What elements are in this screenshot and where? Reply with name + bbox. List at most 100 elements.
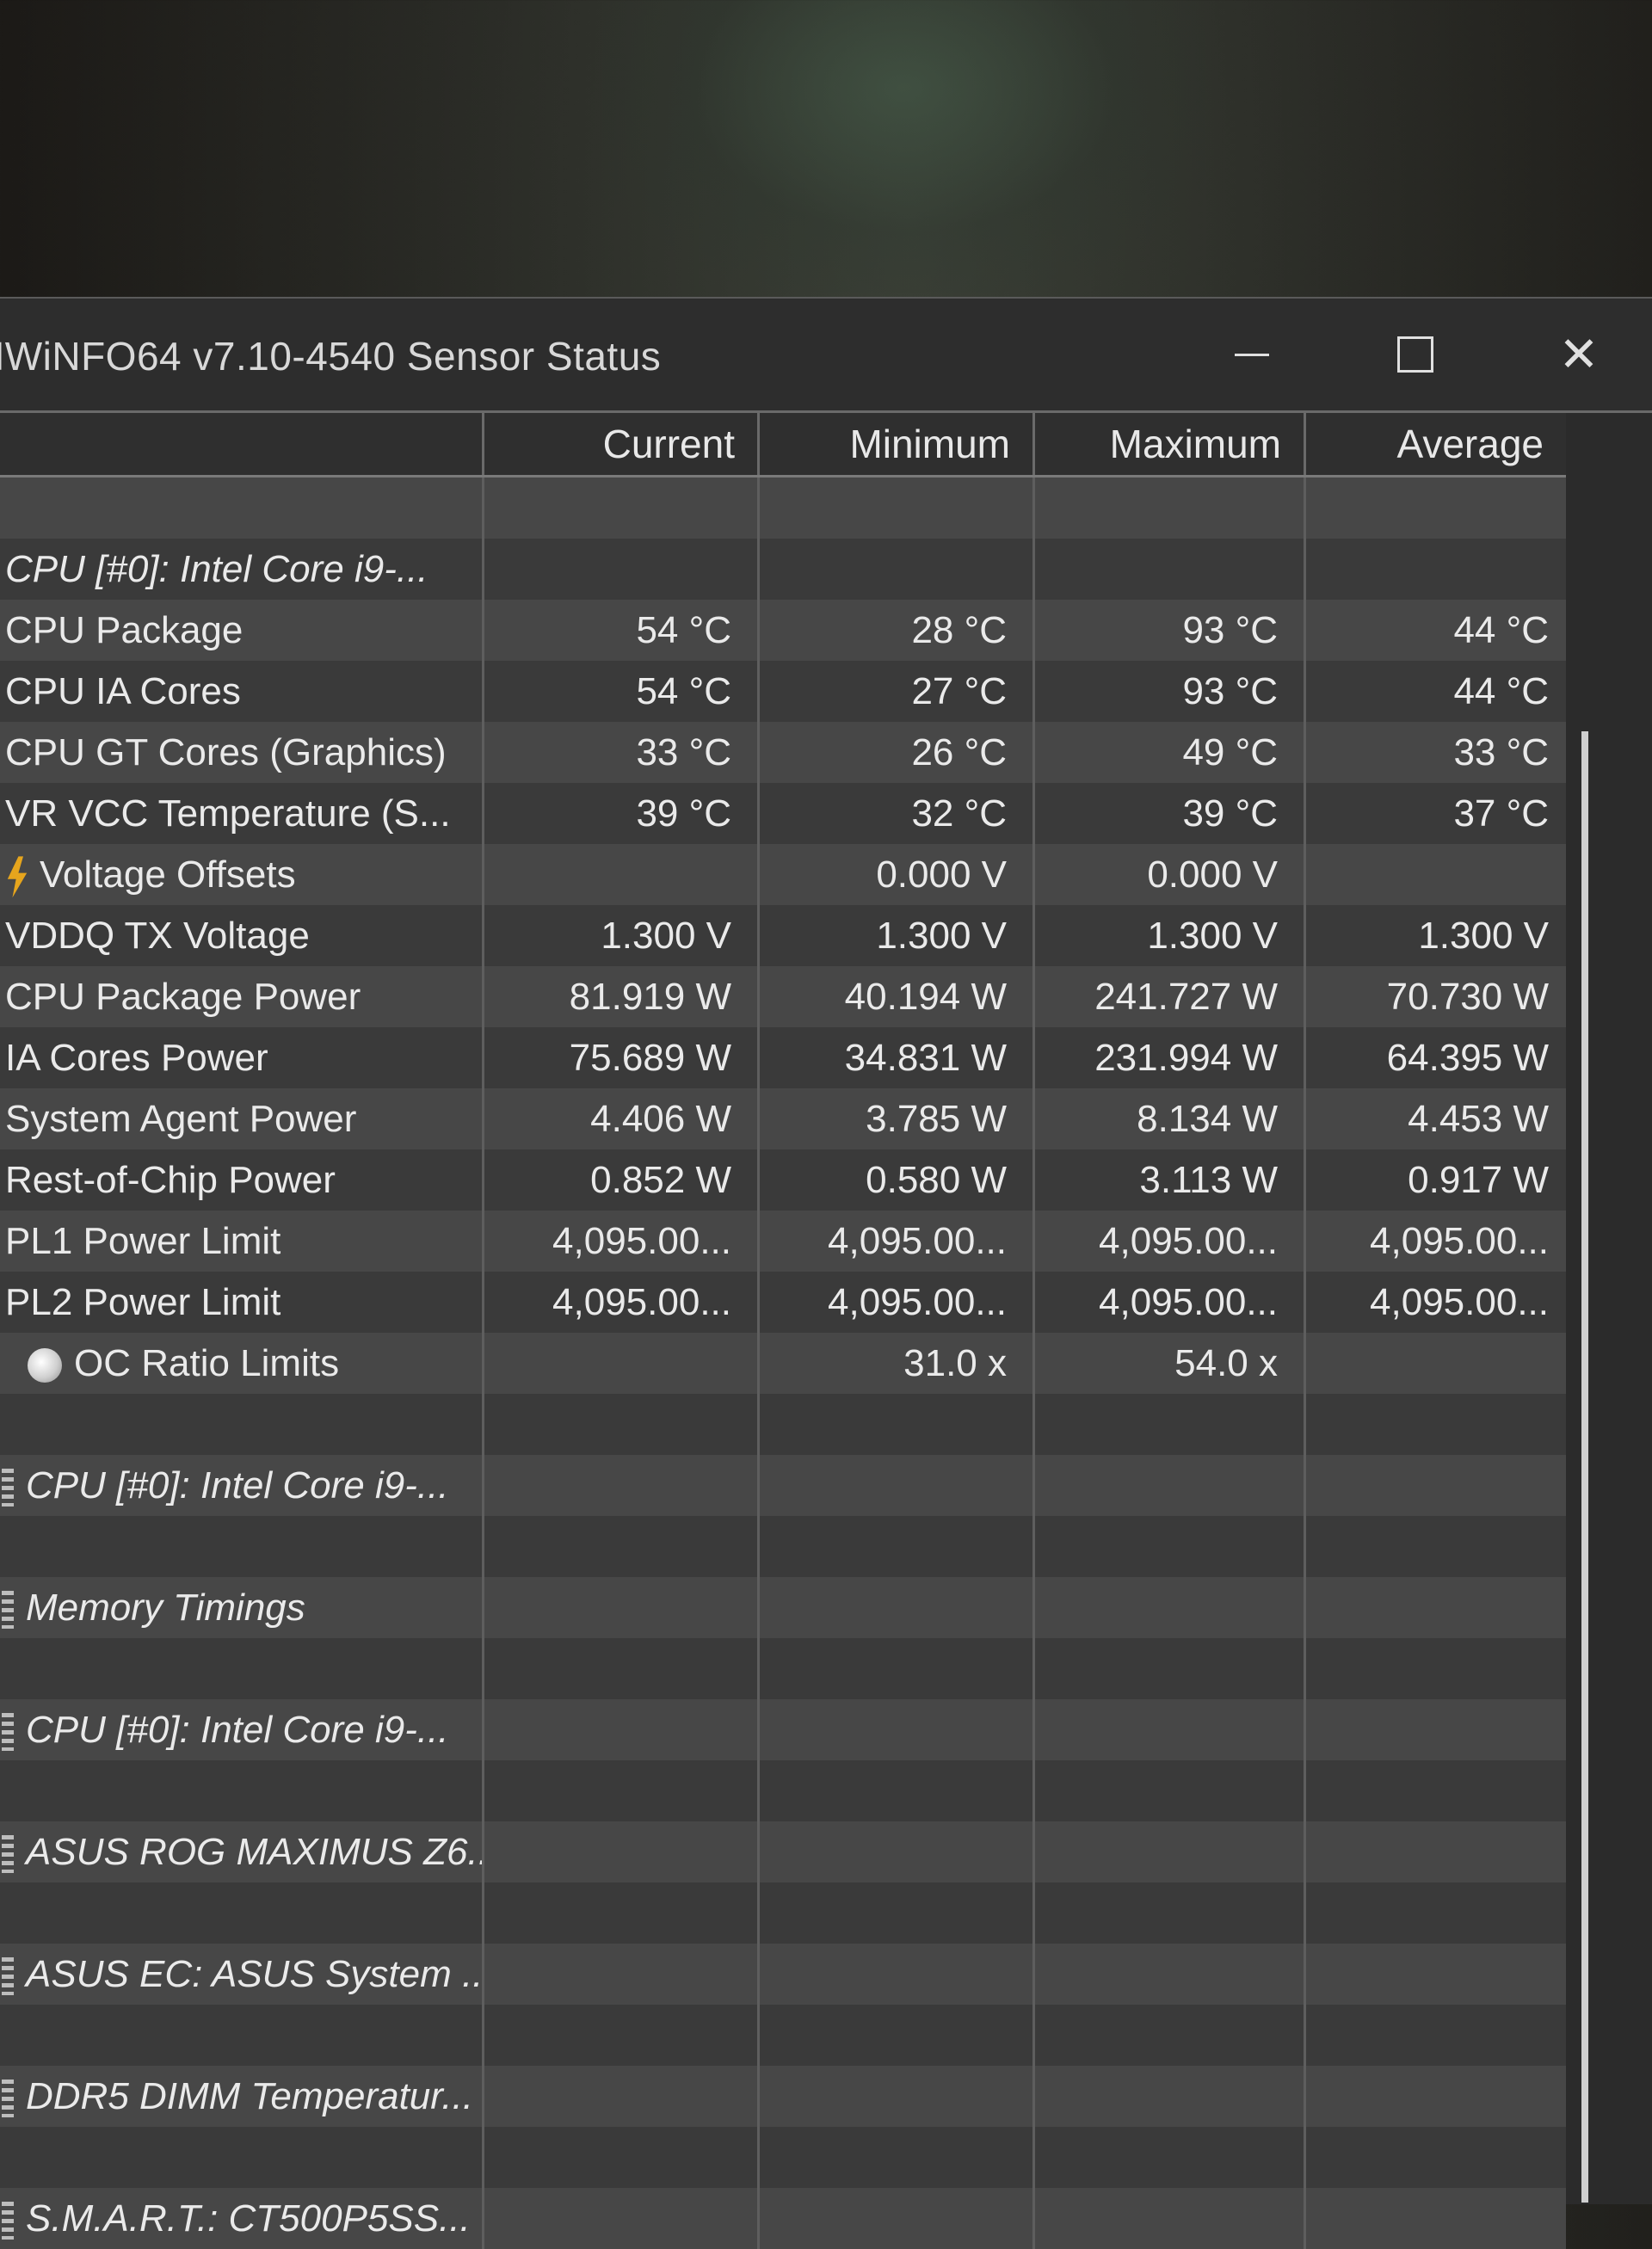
sensor-status-window: HWiNFO64 v7.10-4540 Sensor Status ✕ Curr… [0, 297, 1652, 2249]
maximum-value: 49 °C [1032, 722, 1304, 783]
table-row[interactable]: Rest-of-Chip Power 0.852 W 0.580 W 3.113 W0… [0, 1149, 1566, 1211]
sensor-label: PL2 Power Limit [5, 1281, 281, 1323]
current-value [482, 1699, 757, 1760]
minimum-value: 40.194 W [757, 966, 1032, 1027]
column-header-average[interactable]: Average [1304, 413, 1566, 475]
group-label: CPU [#0]: Intel Core i9-... [5, 548, 428, 590]
minimum-value: 1.300 V [757, 905, 1032, 966]
average-value [1304, 1944, 1566, 2005]
column-header-minimum[interactable]: Minimum [757, 413, 1032, 475]
spacer-row [0, 478, 1566, 539]
maximum-value [1032, 1516, 1304, 1577]
sensor-label: VDDQ TX Voltage [5, 915, 310, 957]
group-label: CPU [#0]: Intel Core i9-... [26, 1464, 449, 1507]
minimize-button[interactable] [1205, 316, 1299, 393]
average-value: 1.300 V [1304, 905, 1566, 966]
table-row[interactable]: OC Ratio Limits 31.0 x 54.0 x [0, 1333, 1566, 1394]
sensor-group-row[interactable]: ASUS ROG MAXIMUS Z6... [0, 1821, 1566, 1882]
table-row[interactable]: Voltage Offsets 0.000 V 0.000 V [0, 844, 1566, 905]
sensor-label: Voltage Offsets [40, 853, 296, 896]
table-row[interactable]: CPU Package Power 81.919 W 40.194 W 241.727… [0, 966, 1566, 1027]
sensor-label: CPU Package Power [5, 976, 361, 1018]
current-value [482, 1394, 757, 1455]
scrollbar-track[interactable] [1566, 413, 1652, 2204]
average-value: 4,095.00... [1304, 1272, 1566, 1333]
minimum-value [757, 2188, 1032, 2249]
table-row[interactable]: VDDQ TX Voltage 1.300 V 1.300 V 1.300 V 1.30… [0, 905, 1566, 966]
minimum-value: 32 °C [757, 783, 1032, 844]
maximize-icon [1397, 336, 1433, 373]
sensor-label: System Agent Power [5, 1098, 357, 1140]
maximum-value: 4,095.00... [1032, 1272, 1304, 1333]
minimum-value: 0.580 W [757, 1149, 1032, 1211]
group-label: Memory Timings [26, 1587, 305, 1629]
scrollbar-thumb[interactable] [1581, 731, 1588, 2203]
sensor-label: IA Cores Power [5, 1037, 268, 1079]
sensor-name-cell: CPU [#0]: Intel Core i9-... [0, 539, 482, 600]
status-circle-icon [28, 1348, 62, 1383]
current-value: 39 °C [482, 783, 757, 844]
window-title: HWiNFO64 v7.10-4540 Sensor Status [0, 334, 662, 379]
current-value: 1.300 V [482, 905, 757, 966]
current-value [482, 2188, 757, 2249]
current-value [482, 478, 757, 539]
sensor-group-row[interactable]: DDR5 DIMM Temperatur... [0, 2066, 1566, 2127]
sensor-name-cell: CPU IA Cores [0, 661, 482, 722]
sensor-name-cell: CPU GT Cores (Graphics) [0, 722, 482, 783]
maximum-value [1032, 1577, 1304, 1638]
maximum-value: 3.113 W [1032, 1149, 1304, 1211]
table-row[interactable]: CPU GT Cores (Graphics) 33 °C 26 °C 49 °C 33… [0, 722, 1566, 783]
minimum-value [757, 1455, 1032, 1516]
sensor-name-cell [0, 478, 482, 539]
minimum-value [757, 1944, 1032, 2005]
column-header-maximum[interactable]: Maximum [1032, 413, 1304, 475]
table-row[interactable]: System Agent Power 4.406 W 3.785 W 8.134 W4… [0, 1088, 1566, 1149]
average-value [1304, 844, 1566, 905]
minimum-value: 0.000 V [757, 844, 1032, 905]
sensor-group-row[interactable]: Memory Timings [0, 1577, 1566, 1638]
maximum-value: 54.0 x [1032, 1333, 1304, 1394]
table-row[interactable]: PL2 Power Limit 4,095.00... 4,095.00... 4,0… [0, 1272, 1566, 1333]
table-header: Current Minimum Maximum Average [0, 413, 1566, 478]
sensor-group-row[interactable]: CPU [#0]: Intel Core i9-... [0, 1699, 1566, 1760]
sensor-group-row[interactable]: CPU [#0]: Intel Core i9-... [0, 539, 1566, 600]
group-label: ASUS EC: ASUS System ... [26, 1953, 482, 1995]
average-value [1304, 1394, 1566, 1455]
sensor-name-cell: OC Ratio Limits [0, 1333, 482, 1394]
sensor-group-row[interactable]: S.M.A.R.T.: CT500P5SS... [0, 2188, 1566, 2249]
sensor-group-row[interactable]: ASUS EC: ASUS System ... [0, 1944, 1566, 2005]
column-header-current[interactable]: Current [482, 413, 757, 475]
minimum-value [757, 1699, 1032, 1760]
spacer-row [0, 2005, 1566, 2066]
sensor-name-cell: System Agent Power [0, 1088, 482, 1149]
close-button[interactable]: ✕ [1532, 316, 1626, 393]
sensor-name-cell [0, 1882, 482, 1944]
maximum-value [1032, 2005, 1304, 2066]
maximum-value [1032, 1760, 1304, 1821]
spacer-row [0, 1882, 1566, 1944]
average-value [1304, 2066, 1566, 2127]
group-grip-icon [2, 1591, 14, 1630]
group-label: S.M.A.R.T.: CT500P5SS... [26, 2197, 471, 2240]
sensor-name-cell [0, 2127, 482, 2188]
sensor-name-cell: ASUS EC: ASUS System ... [0, 1944, 482, 2005]
maximize-button[interactable] [1368, 316, 1463, 393]
current-value [482, 1333, 757, 1394]
maximum-value: 93 °C [1032, 600, 1304, 661]
current-value [482, 1577, 757, 1638]
sensor-name-cell: Rest-of-Chip Power [0, 1149, 482, 1211]
column-header-sensor[interactable] [0, 413, 482, 475]
table-row[interactable]: PL1 Power Limit 4,095.00... 4,095.00... 4,0… [0, 1211, 1566, 1272]
table-row[interactable]: CPU Package 54 °C 28 °C 93 °C 44 °C [0, 600, 1566, 661]
table-row[interactable]: VR VCC Temperature (S... 39 °C 32 °C 39 °C 3… [0, 783, 1566, 844]
table-row[interactable]: CPU IA Cores 54 °C 27 °C 93 °C 44 °C [0, 661, 1566, 722]
minimum-value [757, 1882, 1032, 1944]
sensor-group-row[interactable]: CPU [#0]: Intel Core i9-... [0, 1455, 1566, 1516]
current-value [482, 2005, 757, 2066]
group-label: CPU [#0]: Intel Core i9-... [26, 1709, 449, 1751]
title-bar[interactable]: HWiNFO64 v7.10-4540 Sensor Status ✕ [0, 299, 1652, 413]
minimum-value [757, 1516, 1032, 1577]
maximum-value [1032, 1394, 1304, 1455]
table-row[interactable]: IA Cores Power 75.689 W 34.831 W 231.994 W6… [0, 1027, 1566, 1088]
current-value: 75.689 W [482, 1027, 757, 1088]
